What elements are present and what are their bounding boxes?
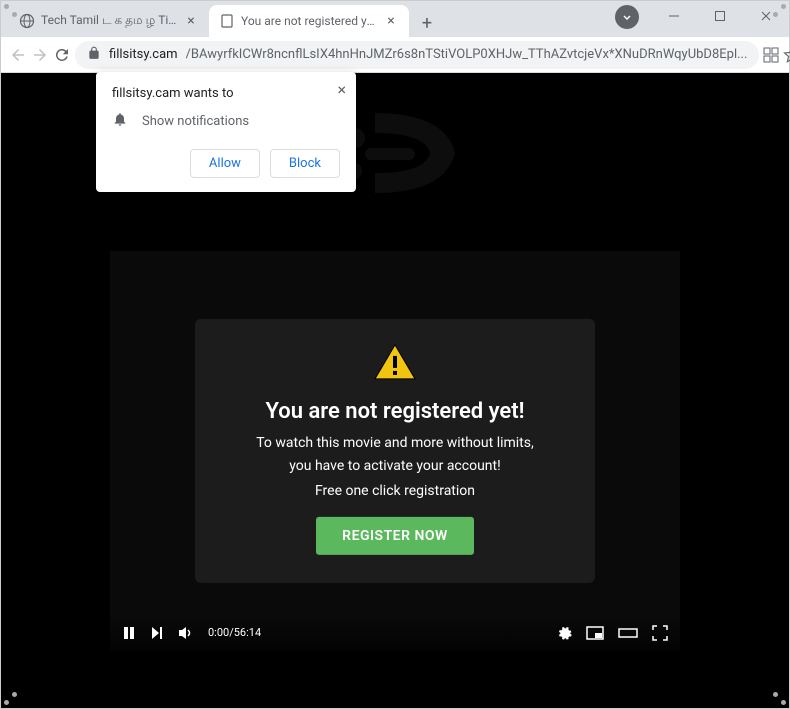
globe-icon xyxy=(19,13,35,29)
allow-button[interactable]: Allow xyxy=(190,149,260,178)
tab-active[interactable]: You are not registered yet! × xyxy=(209,5,409,37)
modal-title: You are not registered yet! xyxy=(223,398,567,423)
bell-icon xyxy=(112,111,128,131)
next-icon[interactable] xyxy=(150,626,164,640)
modal-text-line2: you have to activate your account! xyxy=(223,457,567,477)
lock-icon xyxy=(87,46,101,64)
extensions-icon[interactable] xyxy=(763,41,779,69)
corner-decoration xyxy=(772,691,786,705)
close-icon[interactable]: × xyxy=(183,13,199,29)
tab-strip: Tech Tamil ட க தம ழ Tips And × You are n… xyxy=(1,1,789,37)
reload-button[interactable] xyxy=(53,41,71,69)
modal-subtitle: Free one click registration xyxy=(223,483,567,499)
volume-icon[interactable] xyxy=(178,626,194,640)
modal-text-line1: To watch this movie and more without lim… xyxy=(223,433,567,453)
tab-title: You are not registered yet! xyxy=(241,14,377,28)
forward-button[interactable] xyxy=(31,41,49,69)
notification-permission-popup: × fillsitsy.cam wants to Show notificati… xyxy=(96,72,356,192)
player-controls: 0:00/56:14 xyxy=(110,615,680,651)
close-icon[interactable]: × xyxy=(337,80,346,99)
notification-message: Show notifications xyxy=(142,114,249,129)
corner-decoration xyxy=(4,691,18,705)
maximize-button[interactable] xyxy=(697,1,743,31)
notification-title: fillsitsy.cam wants to xyxy=(112,86,340,101)
fullscreen-icon[interactable] xyxy=(652,625,668,641)
page-icon xyxy=(219,13,235,29)
minimize-button[interactable] xyxy=(651,1,697,31)
close-icon[interactable]: × xyxy=(383,13,399,29)
new-tab-button[interactable]: + xyxy=(413,9,441,37)
theater-icon[interactable] xyxy=(618,626,638,640)
tab-title: Tech Tamil ட க தம ழ Tips And xyxy=(41,13,177,29)
tab-inactive[interactable]: Tech Tamil ட க தம ழ Tips And × xyxy=(9,5,209,37)
block-button[interactable]: Block xyxy=(270,149,340,178)
player-time: 0:00/56:14 xyxy=(208,626,261,639)
bookmark-icon[interactable] xyxy=(783,41,790,69)
address-bar[interactable]: fillsitsy.cam/BAwyrfkICWr8ncnflLsIX4hnHn… xyxy=(75,41,759,69)
window-controls xyxy=(651,1,789,31)
down-arrow-badge[interactable] xyxy=(615,5,639,29)
warning-icon xyxy=(373,342,417,382)
address-domain: fillsitsy.cam xyxy=(109,47,178,62)
toolbar: fillsitsy.cam/BAwyrfkICWr8ncnflLsIX4hnHn… xyxy=(1,37,789,73)
corner-decoration xyxy=(4,4,18,18)
settings-icon[interactable] xyxy=(556,625,572,641)
register-button[interactable]: REGISTER NOW xyxy=(316,517,474,555)
video-player: You are not registered yet! To watch thi… xyxy=(110,251,680,651)
address-path: /BAwyrfkICWr8ncnflLsIX4hnHnJMZr6s8nTStiV… xyxy=(186,47,748,62)
registration-modal: You are not registered yet! To watch thi… xyxy=(195,318,595,582)
back-button[interactable] xyxy=(9,41,27,69)
corner-decoration xyxy=(772,4,786,18)
pip-icon[interactable] xyxy=(586,626,604,640)
pause-icon[interactable] xyxy=(122,626,136,640)
